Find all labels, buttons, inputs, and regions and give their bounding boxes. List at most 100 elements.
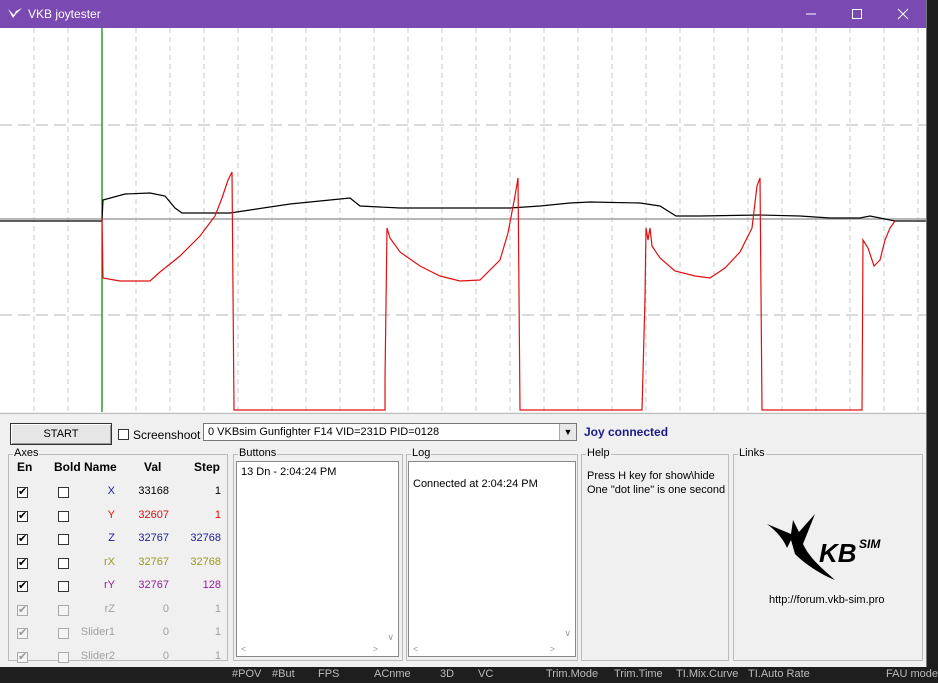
axis-enable-checkbox[interactable] [17,579,28,592]
joy-status: Joy connected [584,425,669,439]
axis-value: 32767 [138,532,169,544]
chevron-down-icon[interactable]: ∨ [387,632,394,643]
axis-step: 1 [214,649,221,662]
window-title: VKB joytester [28,7,101,21]
bg-item-3d: 3D [440,668,455,680]
bg-item-pov: #POV [232,668,262,680]
close-button[interactable] [880,0,926,28]
axis-step: 1 [214,626,221,638]
buttons-list[interactable]: 13 Dn - 2:04:24 PM ∨ < > [236,461,399,657]
chevron-left-icon[interactable]: < [413,644,418,654]
axes-header-step: Step [194,460,221,474]
axis-step: 1 [214,602,221,615]
signal-plot [0,28,926,412]
minimize-icon [806,13,816,15]
list-item: 13 Dn - 2:04:24 PM [241,466,337,478]
bg-item-mix-curve: TI.Mix.Curve [676,668,739,680]
links-group-title: Links [738,447,766,459]
axis-enable-checkbox[interactable] [17,556,28,569]
axis-name: X [107,485,115,497]
bg-item-fps: FPS [318,668,340,680]
axis-name: Slider2 [80,649,115,662]
control-panel: START Screenshoot 0 VKBsim Gunfighter F1… [0,413,926,668]
axis-bold-checkbox[interactable] [58,628,69,639]
bg-item-auto-rate: TI.Auto Rate [748,668,810,680]
svg-text:KB: KB [819,538,857,568]
axis-step: 32768 [190,555,221,568]
axis-step: 128 [202,579,221,591]
log-group-title: Log [411,447,432,459]
background-toolbar: #POV #But FPS ACnme 3D VC Trim.Mode Trim… [0,667,938,683]
axis-name: Slider1 [80,626,115,638]
chevron-left-icon[interactable]: < [241,644,246,654]
chevron-right-icon[interactable]: > [550,644,555,654]
axis-bold-checkbox[interactable] [58,581,69,592]
axis-enable-checkbox[interactable] [17,603,28,616]
axis-name: rX [104,555,115,568]
axes-header-bold: Bold [54,460,81,474]
bg-item-but: #But [272,668,295,680]
axis-bold-checkbox[interactable] [58,604,69,616]
axis-value: 0 [162,626,169,638]
maximize-button[interactable] [834,0,880,28]
axis-enable-checkbox[interactable] [17,626,28,639]
axis-name: Y [107,508,115,521]
help-group-title: Help [586,447,611,459]
axis-name: Z [108,532,115,544]
maximize-icon [852,9,862,19]
level-gridlines [0,124,926,316]
axis-step: 32768 [190,532,221,544]
time-gridlines [33,28,919,412]
bg-item-trim-time: Trim.Time [614,668,663,680]
axis-enable-checkbox[interactable] [17,532,28,545]
forum-link[interactable]: http://forum.vkb-sim.pro [769,594,885,606]
axes-header-name: Name [84,460,117,474]
chevron-down-icon[interactable]: ▼ [559,424,576,440]
close-icon [897,8,909,20]
vkbsim-logo-icon: KB SIM [767,514,881,580]
help-line: One "dot line" is one second [587,484,726,496]
bg-item-fau-mode: FAU mode [886,668,938,680]
vkb-app-icon [8,8,22,18]
bg-item-trim-mode: Trim.Mode [546,668,599,680]
axis-value: 32767 [138,579,169,591]
start-button[interactable]: START [10,423,112,445]
title-bar[interactable]: VKB joytester [0,0,926,28]
bg-item-vc: VC [478,668,494,680]
minimize-button[interactable] [788,0,834,28]
axis-enable-checkbox[interactable] [17,650,28,663]
axes-header-en: En [17,460,33,474]
axis-value: 33168 [138,485,169,497]
axis-name: rZ [104,602,115,615]
axis-value: 0 [162,602,169,615]
app-window: VKB joytester START Screenshoot 0 VKBsim… [0,0,927,668]
axis-step: 1 [214,485,221,497]
axis-value: 32607 [138,508,169,521]
axis-value: 0 [162,649,169,662]
screenshot-checkbox[interactable] [118,429,129,440]
axis-bold-checkbox[interactable] [58,534,69,545]
log-list[interactable]: Connected at 2:04:24 PM ∨ < > [408,461,576,657]
axis-bold-checkbox[interactable] [58,651,69,663]
trace-x-axis [0,192,926,222]
axis-bold-checkbox[interactable] [58,487,69,498]
screenshot-label: Screenshoot [133,428,201,442]
device-select[interactable]: 0 VKBsim Gunfighter F14 VID=231D PID=012… [203,423,577,441]
axis-step: 1 [214,508,221,521]
axis-name: rY [104,579,115,591]
chevron-down-icon[interactable]: ∨ [564,628,571,639]
help-line: Press H key for show\hide [587,470,715,482]
svg-text:SIM: SIM [859,537,881,551]
device-select-value: 0 VKBsim Gunfighter F14 VID=231D PID=012… [208,426,440,438]
axis-bold-checkbox[interactable] [58,510,69,522]
axes-header-val: Val [144,460,162,474]
axis-bold-checkbox[interactable] [58,557,69,569]
bg-item-acnme: ACnme [374,668,411,680]
chevron-right-icon[interactable]: > [373,644,378,654]
buttons-group-title: Buttons [238,447,278,459]
axes-group-title: Axes [13,447,40,459]
list-item: Connected at 2:04:24 PM [413,478,538,490]
axis-enable-checkbox[interactable] [17,509,28,522]
axis-value: 32767 [138,555,169,568]
axis-enable-checkbox[interactable] [17,485,28,498]
